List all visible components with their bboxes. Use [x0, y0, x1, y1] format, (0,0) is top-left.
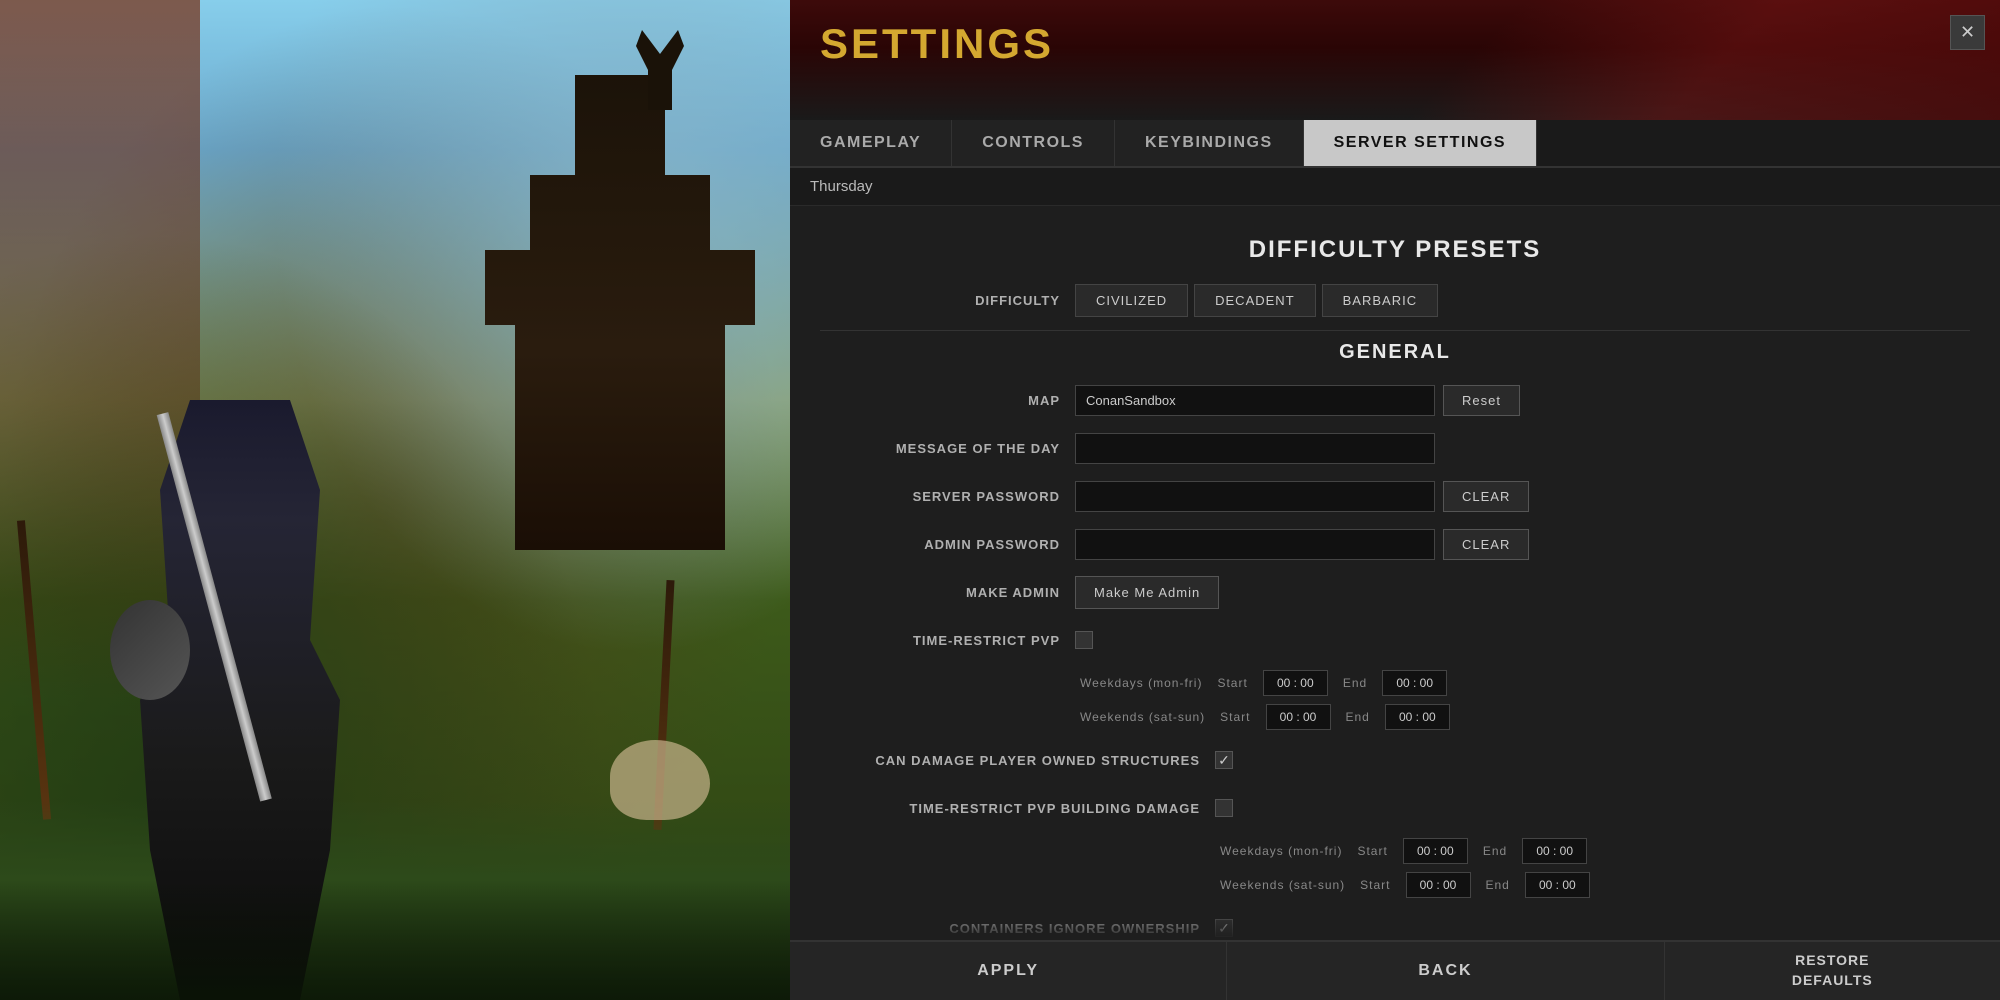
time-restrict-pvp-checkbox[interactable]	[1075, 631, 1093, 649]
pvp-weekday-end-input[interactable]	[1382, 670, 1447, 696]
admin-password-label: ADMIN PASSWORD	[820, 537, 1060, 552]
building-weekend-start-label: Start	[1360, 878, 1390, 892]
building-weekend-end-label: End	[1486, 878, 1510, 892]
pvp-time-rows: Weekdays (mon-fri) Start End Weekends (s…	[1080, 670, 1970, 730]
building-weekday-start-input[interactable]	[1403, 838, 1468, 864]
server-password-input[interactable]	[1075, 481, 1435, 512]
map-reset-button[interactable]: Reset	[1443, 385, 1520, 416]
motd-input[interactable]	[1075, 433, 1435, 464]
time-restrict-building-label: TIME-RESTRICT PVP BUILDING DAMAGE	[820, 801, 1200, 816]
time-restrict-building-checkbox[interactable]	[1215, 799, 1233, 817]
pvp-weekend-end-input[interactable]	[1385, 704, 1450, 730]
settings-panel: SETTINGS ✕ GAMEPLAY CONTROLS KEYBINDINGS…	[790, 0, 2000, 1000]
admin-password-clear-button[interactable]: Clear	[1443, 529, 1529, 560]
pvp-weekend-end-label: End	[1346, 710, 1370, 724]
motd-row: MESSAGE OF THE DAY	[820, 430, 1970, 466]
time-restrict-pvp-label: TIME-RESTRICT PVP	[820, 633, 1060, 648]
apply-button[interactable]: APPLY	[790, 942, 1227, 1000]
difficulty-buttons: Civilized Decadent Barbaric	[1075, 284, 1438, 317]
motd-label: MESSAGE OF THE DAY	[820, 441, 1060, 456]
close-button[interactable]: ✕	[1950, 15, 1985, 50]
difficulty-civilized[interactable]: Civilized	[1075, 284, 1188, 317]
pvp-weekend-start-label: Start	[1220, 710, 1250, 724]
building-weekend-label: Weekends (sat-sun)	[1220, 878, 1345, 892]
difficulty-barbaric[interactable]: Barbaric	[1322, 284, 1438, 317]
restore-line2: DEFAULTS	[1792, 972, 1873, 988]
pvp-weekday-label: Weekdays (mon-fri)	[1080, 676, 1202, 690]
containers-row: CONTAINERS IGNORE OWNERSHIP	[820, 910, 1970, 940]
building-weekend-row: Weekends (sat-sun) Start End	[1220, 872, 1970, 898]
difficulty-decadent[interactable]: Decadent	[1194, 284, 1316, 317]
pvp-weekend-row: Weekends (sat-sun) Start End	[1080, 704, 1970, 730]
panel-header: SETTINGS ✕	[790, 0, 2000, 120]
pvp-weekend-label: Weekends (sat-sun)	[1080, 710, 1205, 724]
back-button[interactable]: BACK	[1227, 942, 1664, 1000]
game-screenshot	[0, 0, 790, 1000]
date-display: Thursday	[790, 168, 2000, 206]
tabs-container: GAMEPLAY CONTROLS KEYBINDINGS SERVER SET…	[790, 120, 2000, 168]
building-weekday-row: Weekdays (mon-fri) Start End	[1220, 838, 1970, 864]
bottom-bar: APPLY BACK RESTORE DEFAULTS	[790, 940, 2000, 1000]
map-row: MAP Reset	[820, 382, 1970, 418]
content-area: DIFFICULTY PRESETS DIFFICULTY Civilized …	[790, 206, 2000, 940]
settings-title: SETTINGS	[820, 20, 1970, 68]
make-admin-button[interactable]: Make Me Admin	[1075, 576, 1219, 609]
restore-line1: RESTORE	[1795, 952, 1869, 968]
tab-server-settings[interactable]: SERVER SETTINGS	[1304, 120, 1537, 166]
time-restrict-building-row: TIME-RESTRICT PVP BUILDING DAMAGE	[820, 790, 1970, 826]
can-damage-label: CAN DAMAGE PLAYER OWNED STRUCTURES	[820, 753, 1200, 768]
server-password-row: SERVER PASSWORD Clear	[820, 478, 1970, 514]
difficulty-label: DIFFICULTY	[820, 293, 1060, 308]
tab-gameplay[interactable]: GAMEPLAY	[790, 120, 952, 166]
make-admin-label: MAKE ADMIN	[820, 585, 1060, 600]
map-label: MAP	[820, 393, 1060, 408]
restore-defaults-button[interactable]: RESTORE DEFAULTS	[1665, 942, 2000, 1000]
can-damage-row: CAN DAMAGE PLAYER OWNED STRUCTURES	[820, 742, 1970, 778]
pvp-weekday-row: Weekdays (mon-fri) Start End	[1080, 670, 1970, 696]
admin-password-input[interactable]	[1075, 529, 1435, 560]
server-password-label: SERVER PASSWORD	[820, 489, 1060, 504]
difficulty-presets-title: DIFFICULTY PRESETS	[820, 236, 1970, 264]
containers-label: CONTAINERS IGNORE OWNERSHIP	[820, 921, 1200, 936]
building-weekday-end-label: End	[1483, 844, 1507, 858]
server-password-clear-button[interactable]: Clear	[1443, 481, 1529, 512]
pvp-weekday-end-label: End	[1343, 676, 1367, 690]
building-weekday-start-label: Start	[1357, 844, 1387, 858]
pvp-weekday-start-input[interactable]	[1263, 670, 1328, 696]
tab-keybindings[interactable]: KEYBINDINGS	[1115, 120, 1304, 166]
building-weekday-end-input[interactable]	[1522, 838, 1587, 864]
pvp-weekend-start-input[interactable]	[1266, 704, 1331, 730]
containers-checkbox[interactable]	[1215, 919, 1233, 937]
building-time-rows: Weekdays (mon-fri) Start End Weekends (s…	[1220, 838, 1970, 898]
general-title: GENERAL	[820, 341, 1970, 364]
make-admin-row: MAKE ADMIN Make Me Admin	[820, 574, 1970, 610]
admin-password-row: ADMIN PASSWORD Clear	[820, 526, 1970, 562]
pvp-weekday-start-label: Start	[1217, 676, 1247, 690]
time-restrict-pvp-row: TIME-RESTRICT PVP	[820, 622, 1970, 658]
building-weekend-start-input[interactable]	[1406, 872, 1471, 898]
difficulty-row: DIFFICULTY Civilized Decadent Barbaric	[820, 282, 1970, 318]
can-damage-checkbox[interactable]	[1215, 751, 1233, 769]
tab-controls[interactable]: CONTROLS	[952, 120, 1115, 166]
building-weekend-end-input[interactable]	[1525, 872, 1590, 898]
map-input[interactable]	[1075, 385, 1435, 416]
building-weekday-label: Weekdays (mon-fri)	[1220, 844, 1342, 858]
